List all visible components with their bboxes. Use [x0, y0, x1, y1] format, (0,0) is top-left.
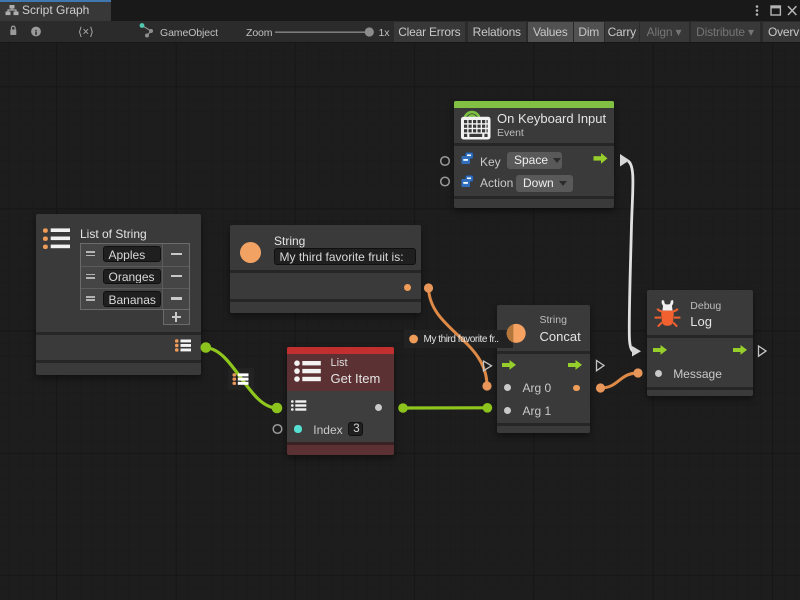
svg-text:⟨×⟩: ⟨×⟩	[78, 26, 94, 39]
